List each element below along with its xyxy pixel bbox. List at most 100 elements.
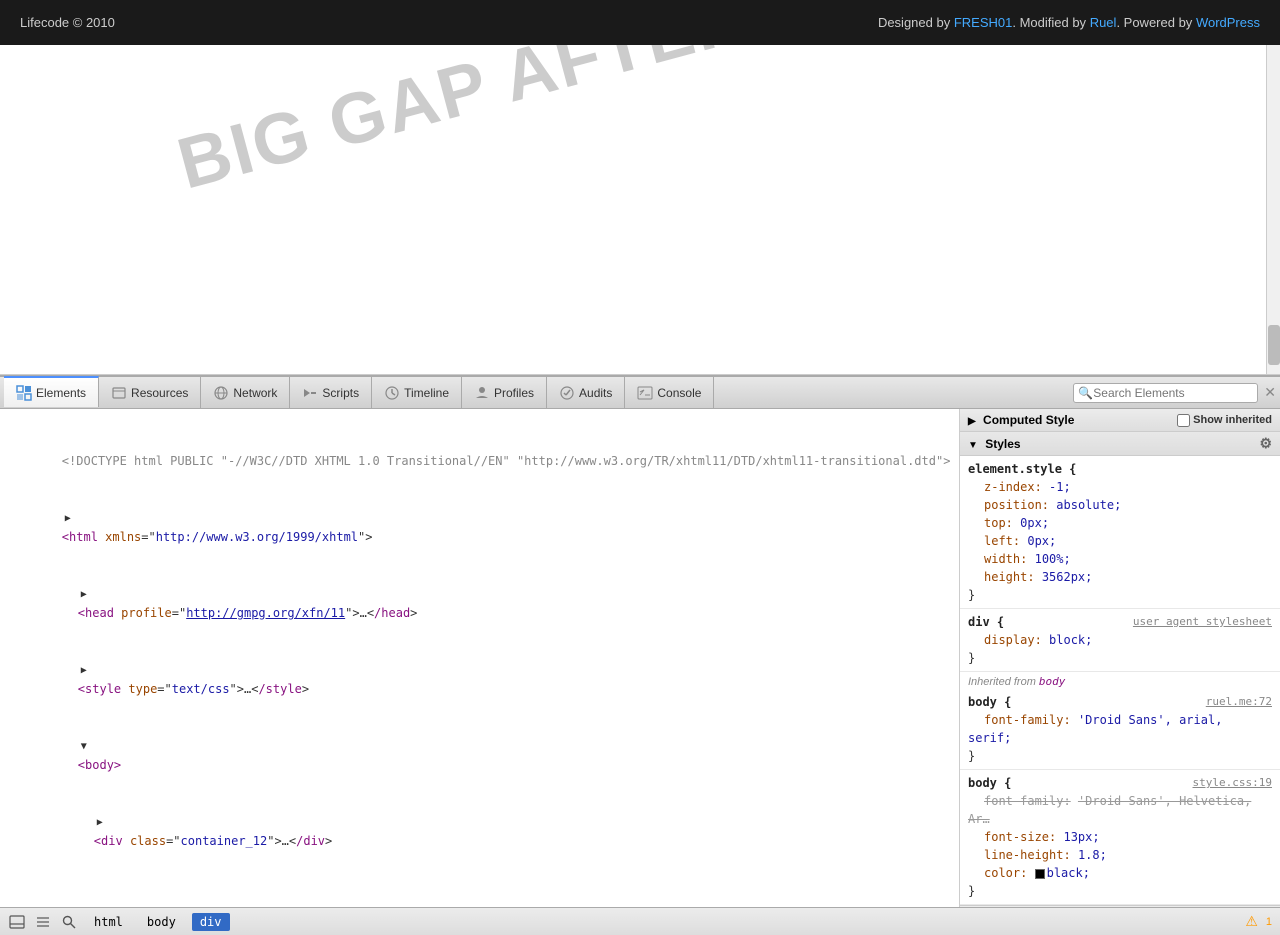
tab-profiles[interactable]: Profiles <box>462 377 547 408</box>
prop-font-family-ruel: font-family: 'Droid Sans', arial, serif; <box>968 711 1272 747</box>
prop-position: position: absolute; <box>968 496 1272 514</box>
prop-font-family-stylecss: font-family: 'Droid Sans', Helvetica, Ar… <box>968 792 1272 828</box>
triangle[interactable] <box>78 738 90 756</box>
profiles-icon <box>474 385 490 401</box>
tab-elements[interactable]: Elements <box>4 376 99 407</box>
element-style-close: } <box>968 586 1272 604</box>
matched-css-rules-block: div { user agent stylesheet display: blo… <box>960 609 1280 672</box>
devtools-toolbar: Elements Resources Network Scripts Timel… <box>0 377 1280 409</box>
devtools-panel: Elements Resources Network Scripts Timel… <box>0 375 1280 935</box>
devtools-bottom-bar: html body div ⚠ 1 <box>0 907 1280 935</box>
prop-left: left: 0px; <box>968 532 1272 550</box>
scripts-icon <box>302 385 318 401</box>
styles-triangle[interactable] <box>968 437 982 451</box>
scroll-thumb[interactable] <box>1268 325 1280 365</box>
tab-network[interactable]: Network <box>201 377 290 408</box>
tab-timeline-label: Timeline <box>404 386 449 400</box>
html-container-div-line: <div class="container_12">…</div> <box>0 793 959 869</box>
triangle[interactable] <box>94 814 106 832</box>
tab-timeline[interactable]: Timeline <box>372 377 462 408</box>
inherited-from-body: Inherited from body <box>960 672 1280 689</box>
prop-display: display: block; <box>968 631 1272 649</box>
html-comment-container: <!-- /container --> <box>0 869 959 907</box>
page-scrollbar[interactable] <box>1266 45 1280 374</box>
tab-resources-label: Resources <box>131 386 188 400</box>
body-ruel-close: } <box>968 747 1272 765</box>
user-agent-source: user agent stylesheet <box>1133 613 1272 631</box>
list-icon[interactable] <box>34 913 52 931</box>
top-bar: Lifecode © 2010 Designed by FRESH01. Mod… <box>0 0 1280 45</box>
search-input-container[interactable]: 🔍 <box>1073 383 1258 403</box>
triangle[interactable] <box>62 510 74 528</box>
breadcrumb-body[interactable]: body <box>139 913 184 931</box>
body-ruel-style-block: body { ruel.me:72 font-family: 'Droid Sa… <box>960 689 1280 770</box>
div-close: } <box>968 649 1272 667</box>
warning-count: 1 <box>1266 916 1272 928</box>
body-stylecss-selector-row: body { style.css:19 <box>968 774 1272 792</box>
tab-audits[interactable]: Audits <box>547 377 625 408</box>
tab-elements-label: Elements <box>36 386 86 400</box>
fresh01-link[interactable]: FRESH01 <box>954 15 1013 30</box>
ruel-source[interactable]: ruel.me:72 <box>1206 693 1272 711</box>
wordpress-link[interactable]: WordPress <box>1196 15 1260 30</box>
element-style-block: element.style { z-index: -1; position: a… <box>960 456 1280 609</box>
body-stylecss-close: } <box>968 882 1272 900</box>
breadcrumb-html[interactable]: html <box>86 913 131 931</box>
warning-icon: ⚠ <box>1245 913 1258 930</box>
prop-top: top: 0px; <box>968 514 1272 532</box>
breadcrumb-div[interactable]: div <box>192 913 230 931</box>
ruel-link[interactable]: Ruel <box>1090 15 1117 30</box>
tab-profiles-label: Profiles <box>494 386 534 400</box>
tab-resources[interactable]: Resources <box>99 377 201 408</box>
prop-height: height: 3562px; <box>968 568 1272 586</box>
prop-color: color: black; <box>968 864 1272 882</box>
show-inherited-label: Show inherited <box>1193 414 1272 426</box>
styles-header: Styles ⚙ <box>960 432 1280 456</box>
search-icon: 🔍 <box>1078 386 1093 400</box>
devtools-body: ▶ <!DOCTYPE html PUBLIC "-//W3C//DTD XHT… <box>0 409 1280 907</box>
tab-scripts[interactable]: Scripts <box>290 377 372 408</box>
search-area: 🔍 ✕ <box>1073 383 1276 403</box>
page-content: BIG GAP AFTER FOOTER <box>0 45 1280 375</box>
html-style-line: <style type="text/css">…</style> <box>0 641 959 717</box>
html-panel[interactable]: ▶ <!DOCTYPE html PUBLIC "-//W3C//DTD XHT… <box>0 409 960 907</box>
prop-zindex: z-index: -1; <box>968 478 1272 496</box>
tab-scripts-label: Scripts <box>322 386 359 400</box>
html-body-line: <body> <box>0 717 959 793</box>
attribution: Designed by FRESH01. Modified by Ruel. P… <box>878 15 1260 30</box>
search-input[interactable] <box>1093 386 1253 400</box>
color-swatch-black <box>1035 869 1045 879</box>
html-doctype-line: ▶ <!DOCTYPE html PUBLIC "-//W3C//DTD XHT… <box>0 413 959 489</box>
tab-network-label: Network <box>233 386 277 400</box>
body-ruel-selector-row: body { ruel.me:72 <box>968 693 1272 711</box>
element-style-selector: element.style { <box>968 460 1272 478</box>
tab-console[interactable]: Console <box>625 377 714 408</box>
show-inherited[interactable]: Show inherited <box>1177 414 1272 427</box>
computed-style-triangle[interactable] <box>968 413 980 427</box>
styles-gear-icon[interactable]: ⚙ <box>1259 435 1272 452</box>
show-inherited-checkbox[interactable] <box>1177 414 1190 427</box>
styles-section: Styles ⚙ element.style { z-index: -1; po… <box>960 432 1280 907</box>
triangle[interactable] <box>78 662 90 680</box>
dock-icon[interactable] <box>8 913 26 931</box>
prop-line-height: line-height: 1.8; <box>968 846 1272 864</box>
resources-icon <box>111 385 127 401</box>
search-clear-button[interactable]: ✕ <box>1264 384 1276 401</box>
stylecss-source[interactable]: style.css:19 <box>1193 774 1272 792</box>
prop-font-size: font-size: 13px; <box>968 828 1272 846</box>
div-selector-row: div { user agent stylesheet <box>968 613 1272 631</box>
computed-style-header[interactable]: Computed Style Show inherited <box>960 409 1280 432</box>
right-panel: Computed Style Show inherited Styles ⚙ <box>960 409 1280 907</box>
body-stylecss-block: body { style.css:19 font-family: 'Droid … <box>960 770 1280 905</box>
triangle[interactable] <box>78 586 90 604</box>
prop-width: width: 100%; <box>968 550 1272 568</box>
big-gap-after-footer-text: BIG GAP AFTER FOOTER <box>169 45 1079 206</box>
computed-style-label: Computed Style <box>983 413 1074 427</box>
network-icon <box>213 385 229 401</box>
tab-console-label: Console <box>657 386 701 400</box>
html-html-line: <html xmlns="http://www.w3.org/1999/xhtm… <box>0 489 959 565</box>
search-bottom-icon[interactable] <box>60 913 78 931</box>
tab-audits-label: Audits <box>579 386 612 400</box>
console-icon <box>637 385 653 401</box>
html-head-line: <head profile="http://gmpg.org/xfn/11">…… <box>0 565 959 641</box>
